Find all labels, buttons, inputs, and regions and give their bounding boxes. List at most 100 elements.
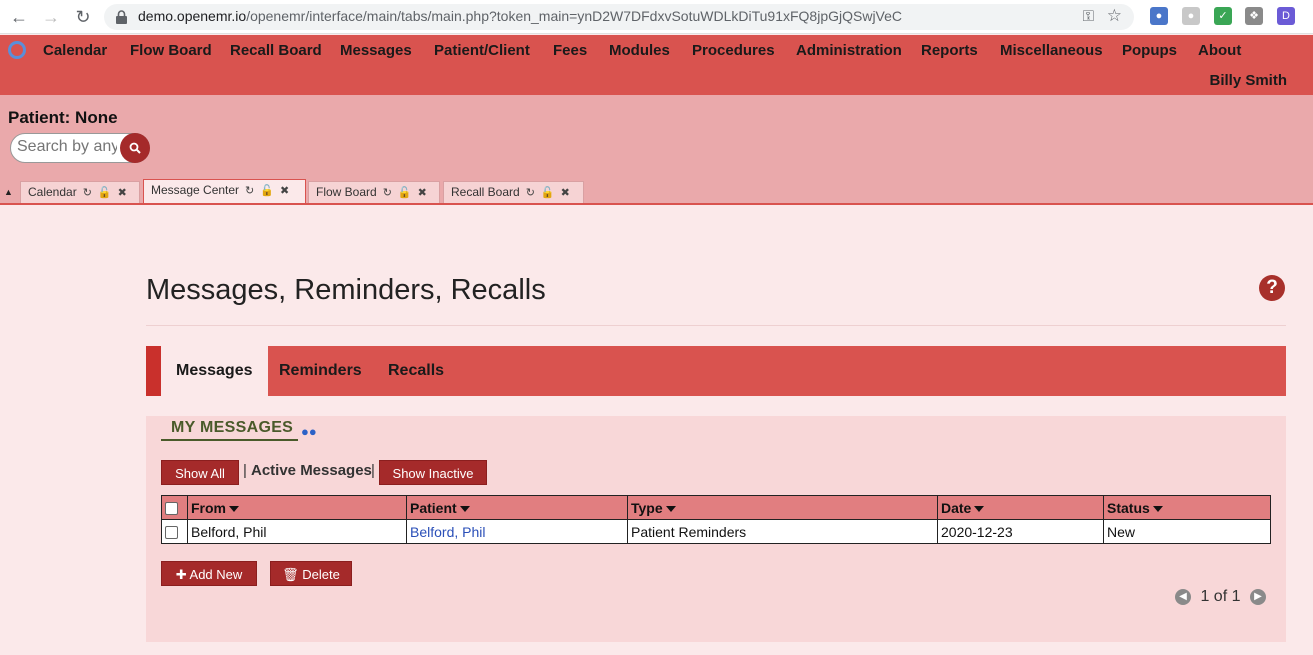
sort-caret-icon: [459, 505, 470, 512]
extension-icon[interactable]: D: [1277, 7, 1295, 25]
sort-caret-icon: [229, 505, 239, 512]
row-checkbox[interactable]: [165, 526, 178, 540]
patient-search-input[interactable]: [11, 134, 123, 160]
sort-caret-icon: [1152, 505, 1163, 512]
tab-calendar[interactable]: Calendar ↻ 🔓 ✖: [20, 181, 140, 203]
row-select-cell: [161, 519, 188, 544]
column-label: Status: [1107, 499, 1150, 516]
tab-label: Calendar: [28, 185, 77, 199]
menu-recall-board[interactable]: Recall Board: [230, 42, 322, 59]
add-new-button[interactable]: ✚ Add New: [161, 561, 257, 586]
table-header-row: From Patient Type Date Status: [161, 495, 1271, 520]
menu-reports[interactable]: Reports: [921, 42, 978, 59]
tab-recall-board[interactable]: Recall Board ↻ 🔓 ✖: [443, 181, 584, 203]
unlock-icon[interactable]: 🔓: [260, 184, 274, 197]
tab-label: Flow Board: [316, 185, 377, 199]
help-icon[interactable]: ?: [1259, 275, 1285, 301]
menu-calendar[interactable]: Calendar: [43, 42, 107, 59]
table-row: Belford, Phil Belford, Phil Patient Remi…: [161, 519, 1271, 544]
extension-icon[interactable]: ●: [1150, 7, 1168, 25]
messages-table: From Patient Type Date Status Belford, P…: [161, 495, 1271, 544]
sort-caret-icon: [974, 505, 985, 512]
menu-patient-client[interactable]: Patient/Client: [434, 42, 530, 59]
extension-icon[interactable]: ✓: [1214, 7, 1232, 25]
menu-fees[interactable]: Fees: [553, 42, 587, 59]
show-inactive-button[interactable]: Show Inactive: [379, 460, 487, 485]
tab-recalls[interactable]: Recalls: [373, 346, 459, 396]
tab-reminders[interactable]: Reminders: [264, 346, 377, 396]
column-header-from[interactable]: From: [187, 495, 407, 520]
menu-administration[interactable]: Administration: [796, 42, 902, 59]
close-icon[interactable]: ✖: [118, 186, 127, 199]
section-underline: [161, 439, 298, 441]
url-path: /openemr/interface/main/tabs/main.php?to…: [246, 8, 903, 24]
menu-miscellaneous[interactable]: Miscellaneous: [1000, 42, 1103, 59]
puzzle-icon[interactable]: ❖: [1245, 7, 1263, 25]
cell-type: Patient Reminders: [627, 519, 938, 544]
page-indicator: 1 of 1: [1200, 588, 1241, 605]
pagination: ◀ 1 of 1 ▶: [1175, 588, 1266, 606]
section-tabs: Messages Reminders Recalls: [146, 346, 1286, 396]
column-header-date[interactable]: Date: [937, 495, 1104, 520]
prev-page-icon[interactable]: ◀: [1175, 588, 1191, 605]
column-label: Patient: [410, 499, 457, 516]
close-icon[interactable]: ✖: [418, 186, 427, 199]
users-icon[interactable]: ●●: [301, 424, 317, 439]
delete-label: Delete: [302, 567, 340, 582]
column-header-status[interactable]: Status: [1103, 495, 1271, 520]
sort-caret-icon: [665, 505, 676, 512]
url-text: demo.openemr.io/openemr/interface/main/t…: [138, 8, 902, 24]
search-icon: [129, 142, 141, 154]
refresh-icon[interactable]: ↻: [526, 186, 535, 199]
column-label: Type: [631, 499, 663, 516]
refresh-icon[interactable]: ↻: [245, 184, 254, 197]
menu-about[interactable]: About: [1198, 42, 1241, 59]
unlock-icon[interactable]: 🔓: [541, 186, 555, 199]
menu-messages[interactable]: Messages: [340, 42, 412, 59]
tab-messages[interactable]: Messages: [161, 346, 268, 396]
page-title: Messages, Reminders, Recalls: [146, 274, 546, 306]
tab-message-center[interactable]: Message Center ↻ 🔓 ✖: [143, 179, 306, 204]
messages-panel: MY MESSAGES ●● Show All | Active Message…: [146, 416, 1286, 642]
select-all-checkbox[interactable]: [165, 502, 178, 516]
menu-modules[interactable]: Modules: [609, 42, 670, 59]
user-menu[interactable]: Billy Smith: [1209, 72, 1287, 89]
menu-procedures[interactable]: Procedures: [692, 42, 775, 59]
unlock-icon[interactable]: 🔓: [398, 186, 412, 199]
separator: |: [371, 462, 375, 479]
cell-patient: Belford, Phil: [406, 519, 628, 544]
unlock-icon[interactable]: 🔓: [98, 186, 112, 199]
close-icon[interactable]: ✖: [561, 186, 570, 199]
openemr-logo-icon[interactable]: [8, 41, 26, 59]
trash-icon: 🗑: [282, 567, 299, 582]
column-header-patient[interactable]: Patient: [406, 495, 628, 520]
show-all-button[interactable]: Show All: [161, 460, 239, 485]
forward-icon[interactable]: →: [40, 6, 62, 28]
bookmark-star-icon[interactable]: ☆: [1107, 6, 1122, 26]
refresh-icon[interactable]: ↻: [83, 186, 92, 199]
patient-link[interactable]: Belford, Phil: [410, 524, 485, 540]
title-divider: [146, 325, 1286, 326]
close-icon[interactable]: ✖: [280, 184, 289, 197]
key-icon[interactable]: ⚿: [1083, 8, 1094, 25]
back-icon[interactable]: ←: [8, 6, 30, 28]
refresh-icon[interactable]: ↻: [383, 186, 392, 199]
active-messages-label: Active Messages: [251, 462, 372, 479]
select-all-header: [161, 495, 188, 520]
search-button[interactable]: [120, 133, 150, 163]
column-header-type[interactable]: Type: [627, 495, 938, 520]
cell-from[interactable]: Belford, Phil: [187, 519, 407, 544]
menu-flow-board[interactable]: Flow Board: [130, 42, 212, 59]
cell-date: 2020-12-23: [937, 519, 1104, 544]
next-page-icon[interactable]: ▶: [1249, 588, 1266, 605]
collapse-tabs-icon[interactable]: ▲: [4, 187, 13, 197]
reload-icon[interactable]: ↻: [72, 6, 94, 28]
address-bar[interactable]: demo.openemr.io/openemr/interface/main/t…: [104, 4, 1134, 30]
menu-popups[interactable]: Popups: [1122, 42, 1177, 59]
extension-icon[interactable]: ●: [1182, 7, 1200, 25]
browser-toolbar: ← → ↻ demo.openemr.io/openemr/interface/…: [0, 0, 1313, 34]
section-title: MY MESSAGES: [171, 419, 294, 436]
cell-status: New: [1103, 519, 1271, 544]
delete-button[interactable]: 🗑 Delete: [270, 561, 352, 586]
tab-flow-board[interactable]: Flow Board ↻ 🔓 ✖: [308, 181, 440, 203]
